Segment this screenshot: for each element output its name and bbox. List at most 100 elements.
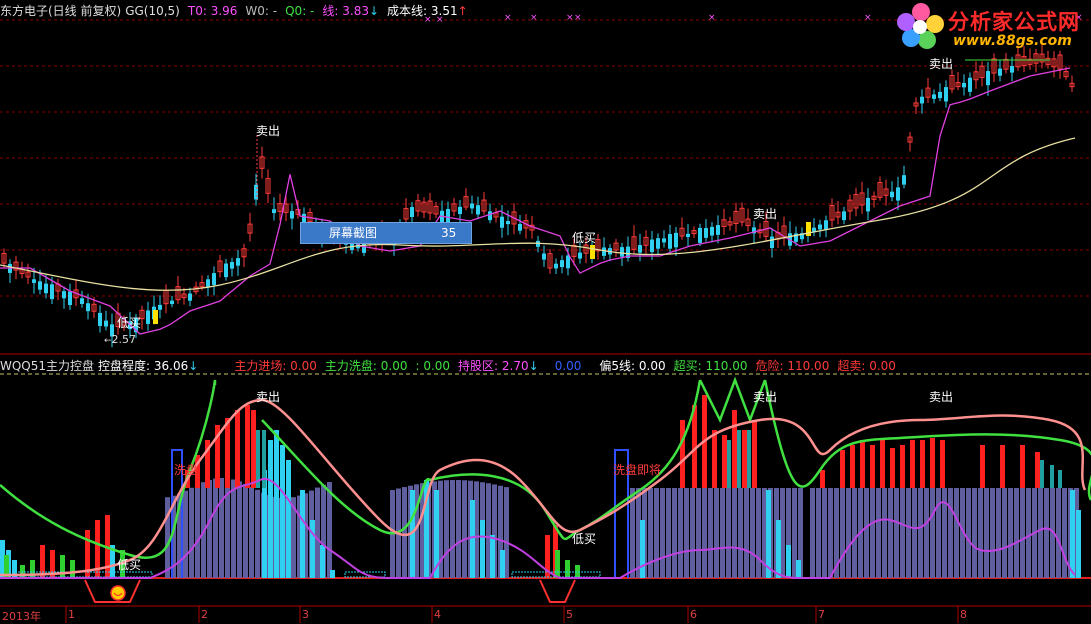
green-bar: [565, 560, 570, 578]
hold-bar: [990, 488, 995, 578]
control-degree: 控盘程度: 36.06: [98, 359, 189, 373]
candle-body: [236, 258, 240, 266]
candle-body: [542, 253, 546, 260]
hold-bar: [255, 489, 260, 578]
hold-bar: [684, 488, 689, 578]
cost-line-value: 成本线: 3.51: [387, 4, 458, 18]
low-buy-marker: [539, 579, 576, 603]
hold-bar: [726, 488, 731, 578]
green-bar: [70, 560, 75, 578]
candle-body: [842, 211, 846, 221]
candle-body: [1010, 66, 1014, 73]
hold-bar: [846, 488, 851, 578]
candle-body: [668, 233, 672, 249]
red-bar: [980, 445, 985, 488]
overbuy-value: 超买: 110.00: [673, 359, 748, 373]
sell-signal-label: 卖出: [929, 57, 954, 71]
hold-bar: [918, 488, 923, 578]
candle-body: [44, 283, 48, 294]
candle-body: [638, 245, 642, 253]
candle-body: [698, 227, 702, 243]
cyan-bar: [274, 430, 279, 578]
hold-bar: [402, 487, 407, 578]
candle-body: [866, 197, 870, 212]
candle-body: [968, 77, 972, 92]
candle-body: [476, 205, 480, 215]
red-bar: [712, 430, 717, 488]
axis-month: 4: [434, 608, 441, 621]
sell-signal-label: 卖出: [256, 124, 281, 138]
hold-bar: [900, 488, 905, 578]
sell-signal-label: 卖出: [753, 207, 778, 221]
candle-body: [32, 279, 36, 283]
hold-bar: [924, 488, 929, 578]
candle-body: [38, 281, 42, 290]
line-value: 线: 3.83: [322, 4, 369, 18]
candle-body: [98, 312, 102, 326]
cyan-bar: [766, 490, 771, 578]
candle-body: [86, 303, 90, 312]
cyan-bar: [280, 445, 285, 578]
hold-bar: [996, 488, 1001, 578]
candle-body: [824, 220, 828, 230]
hold-bar: [738, 488, 743, 578]
hold-bar: [1008, 488, 1013, 578]
low-price-label: ←2.57: [104, 333, 137, 346]
hold-bar: [882, 488, 887, 578]
red-bar: [680, 420, 685, 488]
x-marker: ×: [864, 13, 872, 23]
teal-bar: [1050, 465, 1054, 488]
date-axis: 2013年 1 2 3 4 5 6 7 8: [0, 607, 1091, 623]
hold-bar: [462, 480, 467, 578]
up-arrow-icon: ↑: [457, 4, 468, 18]
hold-bar: [1026, 488, 1031, 578]
candle-body: [554, 263, 558, 269]
axis-month: 3: [302, 608, 309, 621]
dev5-value: 偏5线: 0.00: [599, 359, 666, 373]
cyan-bar: [640, 520, 645, 578]
red-bar: [742, 430, 747, 488]
hold-bar: [1038, 488, 1043, 578]
q0-value: Q0: -: [285, 4, 315, 18]
cyan-bar: [796, 560, 801, 578]
red-bar: [940, 440, 945, 488]
teal-bar: [1058, 470, 1062, 488]
down-arrow-icon: ↓: [368, 4, 380, 18]
candle-body: [920, 96, 924, 104]
ma-line-short: [0, 67, 1071, 335]
candle-body: [158, 304, 162, 310]
hold-bar: [852, 488, 857, 578]
candle-body: [80, 298, 84, 304]
candle-body: [146, 310, 150, 324]
candle-body: [704, 228, 708, 238]
red-bar: [1035, 452, 1040, 488]
main-enter: 主力进场: 0.00: [234, 359, 317, 373]
sub-indicator-name: WQQ51主力控盘: [0, 359, 95, 373]
hold-bar: [315, 487, 320, 578]
candle-body: [578, 252, 582, 259]
candle-body: [446, 208, 450, 223]
hold-bar: [183, 490, 188, 578]
hold-bar: [906, 488, 911, 578]
low-buy-label: 低买: [117, 558, 142, 572]
axis-month: 1: [68, 608, 75, 621]
hold-zone: 持股区: 2.70: [458, 359, 529, 373]
sell-signal-label: 卖出: [929, 390, 954, 404]
axis-month: 5: [566, 608, 573, 621]
hold-bar: [690, 488, 695, 578]
screenshot-tooltip[interactable]: 屏幕截图 35: [300, 222, 472, 244]
indicator-header: WQQ51主力控盘 控盘程度: 36.06↓ 主力进场: 0.00 主力洗盘: 0.0…: [0, 357, 904, 375]
hold-bar: [678, 488, 683, 578]
cyan-bar: [330, 570, 335, 578]
chart-canvas: × × × × × × × × ×: [0, 13, 1091, 623]
red-bar: [880, 440, 885, 488]
cyan-bar: [300, 490, 305, 578]
hold-bar: [912, 488, 917, 578]
hold-bar: [714, 488, 719, 578]
hold-bar: [972, 488, 977, 578]
candle-body: [962, 82, 966, 88]
low-buy-label: 低买: [117, 316, 142, 330]
red-bar: [1020, 445, 1025, 488]
hold-bar: [870, 488, 875, 578]
axis-month: 8: [960, 608, 967, 621]
